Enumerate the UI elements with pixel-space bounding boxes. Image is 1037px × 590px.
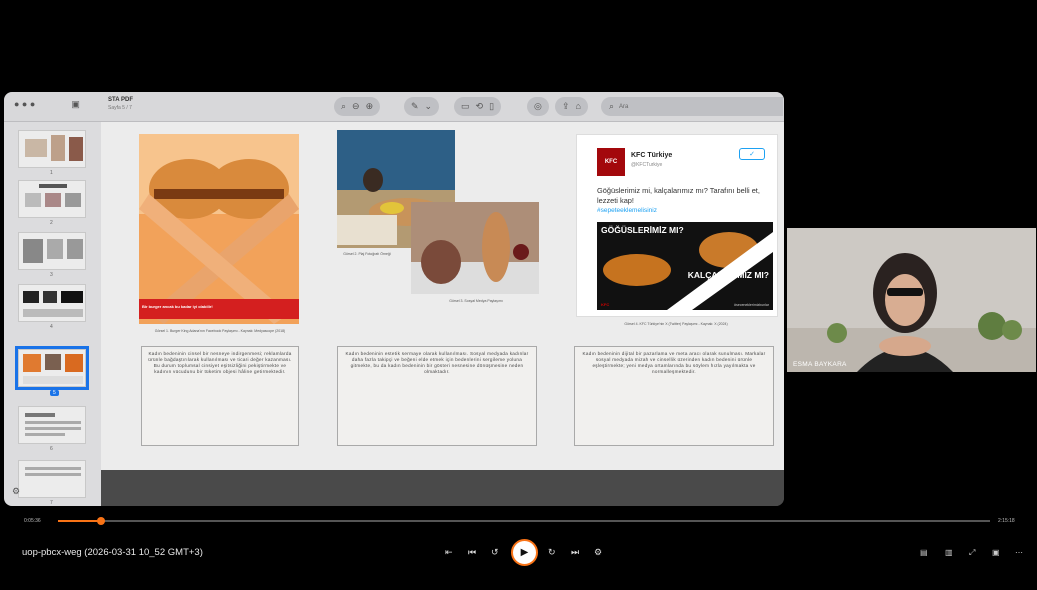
more-icon[interactable]: ⋯ (1015, 548, 1023, 557)
settings-icon[interactable]: ⚙ (594, 547, 602, 558)
slide-textbox: Kadın bedeninin estetik sermaye olarak k… (337, 346, 537, 446)
markup-pen-icon[interactable]: ✎ (411, 102, 419, 111)
kfc-avatar: KFC (597, 148, 625, 176)
kfc-ad-image: GÖĞÜSLERİMİZ MI? KALÇALARIMIZ MI? #secen… (597, 222, 773, 310)
page-thumbnail-sidebar: 1 2 3 4 5 6 7 ⚙ (4, 122, 101, 506)
play-button[interactable]: ▶ (511, 539, 538, 566)
seek-bar[interactable] (58, 520, 990, 522)
participant-name: ESMA BAYKARA (793, 361, 847, 368)
meeting-recording-player: ● ● ● ▣ STA PDF Sayfa 5 / 7 ⌕ ⊖ ⊕ ✎ ⌄ ▭ … (0, 0, 1037, 590)
play-icon: ▶ (520, 547, 529, 558)
toolbar-left: ● ● ● ▣ (14, 100, 80, 109)
forward-icon[interactable]: ↻ (548, 547, 556, 558)
search-placeholder: Ara (619, 103, 629, 110)
highlight-icon: ◎ (534, 101, 542, 111)
markup-group: ✎ ⌄ (404, 97, 440, 116)
image-caption: Görsel 1. Burger King Adana'nın Facebook… (154, 329, 286, 333)
skip-start-icon[interactable]: ⇤ (445, 547, 453, 558)
burger-ad-image: Bir burger ancak bu kadar iyi olabilir! (139, 134, 299, 324)
pip-icon[interactable]: ▣ (992, 548, 1000, 557)
tweet-account-name: KFC Türkiye (631, 152, 673, 159)
subtitles-icon[interactable]: ▤ (920, 548, 928, 557)
page-number: 7 (50, 500, 53, 506)
seek-handle[interactable] (96, 517, 105, 525)
social-photo (411, 202, 539, 294)
pdf-toolbar: ● ● ● ▣ STA PDF Sayfa 5 / 7 ⌕ ⊖ ⊕ ✎ ⌄ ▭ … (4, 92, 784, 122)
page-number-selected: 5 (50, 390, 59, 396)
text-box-icon[interactable]: ▭ (461, 102, 470, 111)
image-caption: Görsel 2. Plaj Fotoğrafı Örneği (343, 252, 391, 256)
slide-gap (101, 470, 784, 506)
page-thumbnail-selected[interactable] (15, 346, 89, 390)
page-thumbnail[interactable] (18, 180, 86, 218)
zoom-group: ⌕ ⊖ ⊕ (334, 97, 381, 116)
banner-logo: KFC (601, 302, 610, 307)
image-caption: Görsel 3. Sosyal Medya Paylaşımı (449, 299, 503, 303)
window-controls-icon[interactable]: ● ● ● (14, 100, 35, 109)
document-subtitle: Sayfa 5 / 7 (108, 105, 132, 111)
page-number: 6 (50, 446, 53, 452)
chapters-icon[interactable]: ▥ (945, 548, 953, 557)
zoom-out-icon[interactable]: ⊖ (352, 102, 360, 111)
seek-bar-fill (58, 520, 101, 522)
banner-tagline: #seceneklerimizbunlar (734, 303, 769, 307)
page-thumbnail[interactable] (18, 130, 86, 168)
page-thumbnail[interactable] (18, 284, 86, 322)
page-number: 1 (50, 170, 53, 176)
page-thumbnail[interactable] (18, 406, 86, 444)
banner-headline-top: GÖĞÜSLERİMİZ MI? (601, 225, 684, 235)
page-number: 3 (50, 272, 53, 278)
shared-screen: ● ● ● ▣ STA PDF Sayfa 5 / 7 ⌕ ⊖ ⊕ ✎ ⌄ ▭ … (4, 92, 784, 506)
banner-headline-bottom: KALÇALARIMIZ MI? (687, 270, 769, 280)
previous-icon[interactable]: ⏮ (468, 547, 476, 558)
total-time: 2:15:18 (998, 518, 1015, 524)
tweet-handle: @KFCTurkiye (631, 162, 663, 168)
current-time: 0:05:36 (24, 518, 41, 524)
page-thumbnail[interactable] (18, 232, 86, 270)
tweet-hashtag: #sepeteeklemelisiniz (597, 207, 657, 214)
lock-icon[interactable]: ⌂ (576, 102, 581, 111)
page-number: 4 (50, 324, 53, 330)
page-icon[interactable]: ▯ (489, 102, 494, 111)
slide-page: Bir burger ancak bu kadar iyi olabilir! … (101, 122, 784, 470)
sidebar-toggle-icon[interactable]: ▣ (71, 100, 80, 109)
highlight-button[interactable]: ◎ (527, 97, 549, 116)
slide-textbox: Kadın bedeninin dijital bir pazarlama ve… (574, 346, 774, 446)
page-thumbnail[interactable] (18, 460, 86, 498)
chevron-down-icon[interactable]: ⌄ (425, 102, 433, 111)
share-group: ⇪ ⌂ (555, 97, 588, 116)
webcam-video (787, 228, 1036, 372)
zoom-fit-icon[interactable]: ⌕ (341, 102, 346, 111)
burger-ad-banner-text: Bir burger ancak bu kadar iyi olabilir! (142, 304, 213, 309)
participant-webcam: ESMA BAYKARA (787, 228, 1036, 372)
search-field[interactable]: ⌕ Ara (601, 97, 783, 116)
search-icon: ⌕ (609, 101, 615, 111)
share-icon[interactable]: ⇪ (562, 102, 570, 111)
next-icon[interactable]: ⏭ (571, 547, 579, 558)
slide-textbox: Kadın bedeninin cinsel bir nesneye indir… (141, 346, 299, 446)
page-number: 2 (50, 220, 53, 226)
fullscreen-toggle-icon[interactable]: ⤢ (969, 548, 975, 558)
zoom-in-icon[interactable]: ⊕ (366, 102, 374, 111)
rotate-icon[interactable]: ⟲ (476, 102, 484, 111)
tweet-text: Göğüslerimiz mi, kalçalarımız mı? Tarafı… (597, 186, 760, 205)
kfc-tweet-card: KFC KFC Türkiye @KFCTurkiye ✓ Göğüslerim… (576, 134, 778, 317)
tools-group: ▭ ⟲ ▯ (454, 97, 502, 116)
settings-icon[interactable]: ⚙ (12, 487, 20, 496)
recording-title: uop-pbcx-weg (2026-03-31 10_52 GMT+3) (22, 547, 203, 558)
document-title: STA PDF (108, 97, 133, 103)
progress-row: 0:05:36 2:15:18 (0, 512, 1037, 530)
rewind-icon[interactable]: ↺ (491, 547, 499, 558)
image-caption: Görsel 4. KFC Türkiye'nin X (Twitter) Pa… (624, 322, 728, 326)
follow-button: ✓ (739, 148, 765, 160)
